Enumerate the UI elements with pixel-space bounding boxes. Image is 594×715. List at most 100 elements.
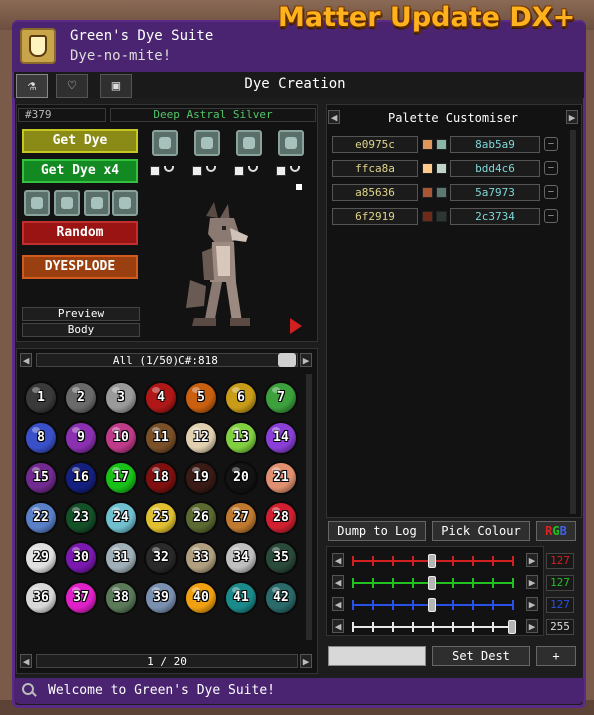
- pick-colour-button[interactable]: Pick Colour: [432, 521, 530, 541]
- slider-r-increase-icon[interactable]: ▶: [526, 553, 538, 567]
- dye-orb[interactable]: 26: [184, 501, 218, 535]
- dye-orb[interactable]: 30: [64, 541, 98, 575]
- equip-back-tile[interactable]: [278, 130, 304, 156]
- dye-orb[interactable]: 8: [24, 421, 58, 455]
- slider-b-decrease-icon[interactable]: ◀: [332, 597, 344, 611]
- palette-from-hex[interactable]: 6f2919: [332, 208, 418, 225]
- dye-orb[interactable]: 39: [144, 581, 178, 615]
- dye-orb[interactable]: 36: [24, 581, 58, 615]
- remove-row-button[interactable]: –: [544, 209, 558, 223]
- dye-orb[interactable]: 38: [104, 581, 138, 615]
- remove-row-button[interactable]: –: [544, 161, 558, 175]
- filter-dropdown-chevron-down-icon[interactable]: [278, 353, 296, 367]
- slider-g[interactable]: [352, 576, 514, 590]
- dye-orb[interactable]: 17: [104, 461, 138, 495]
- dye-orb[interactable]: 7: [264, 381, 298, 415]
- slider-a-increase-icon[interactable]: ▶: [526, 619, 538, 633]
- dye-orb[interactable]: 27: [224, 501, 258, 535]
- dye-orb[interactable]: 18: [144, 461, 178, 495]
- dye-orb[interactable]: 23: [64, 501, 98, 535]
- dyesplode-button[interactable]: DYESPLODE: [22, 255, 138, 279]
- slider-a-decrease-icon[interactable]: ◀: [332, 619, 344, 633]
- palette-from-hex[interactable]: e0975c: [332, 136, 418, 153]
- tab-flask-icon[interactable]: ⚗: [16, 74, 48, 98]
- page-next-arrow-icon[interactable]: ▶: [300, 654, 312, 668]
- palette-to-hex[interactable]: bdd4c6: [450, 160, 540, 177]
- slider-b-handle[interactable]: [428, 598, 436, 612]
- dye-orb[interactable]: 9: [64, 421, 98, 455]
- slider-g-decrease-icon[interactable]: ◀: [332, 575, 344, 589]
- rotate-arrow-icon[interactable]: [290, 318, 302, 334]
- slider-a-handle[interactable]: [508, 620, 516, 634]
- slot-back-tile[interactable]: [112, 190, 138, 216]
- checkbox-legs[interactable]: [234, 166, 244, 176]
- dye-orb[interactable]: 22: [24, 501, 58, 535]
- page-prev-arrow-icon[interactable]: ◀: [20, 654, 32, 668]
- palette-next-arrow-icon[interactable]: ▶: [566, 110, 578, 124]
- tab-heart-icon[interactable]: ♡: [56, 74, 88, 98]
- slider-g-value[interactable]: 127: [546, 575, 574, 591]
- dye-orb[interactable]: 40: [184, 581, 218, 615]
- dye-orb[interactable]: 5: [184, 381, 218, 415]
- palette-from-hex[interactable]: ffca8a: [332, 160, 418, 177]
- dye-orb[interactable]: 10: [104, 421, 138, 455]
- slider-b-increase-icon[interactable]: ▶: [526, 597, 538, 611]
- slider-r[interactable]: [352, 554, 514, 568]
- dye-orb[interactable]: 13: [224, 421, 258, 455]
- dye-orb[interactable]: 19: [184, 461, 218, 495]
- dye-orb[interactable]: 42: [264, 581, 298, 615]
- dye-orb[interactable]: 11: [144, 421, 178, 455]
- dye-orb[interactable]: 1: [24, 381, 58, 415]
- dye-orb[interactable]: 16: [64, 461, 98, 495]
- dye-orb[interactable]: 34: [224, 541, 258, 575]
- dye-orb[interactable]: 14: [264, 421, 298, 455]
- equip-chest-tile[interactable]: [194, 130, 220, 156]
- palette-from-hex[interactable]: a85636: [332, 184, 418, 201]
- slider-r-handle[interactable]: [428, 554, 436, 568]
- checkbox-back[interactable]: [276, 166, 286, 176]
- dye-orb[interactable]: 33: [184, 541, 218, 575]
- slider-g-increase-icon[interactable]: ▶: [526, 575, 538, 589]
- dye-orb[interactable]: 21: [264, 461, 298, 495]
- get-dye-x4-button[interactable]: Get Dye x4: [22, 159, 138, 183]
- slot-legs-tile[interactable]: [84, 190, 110, 216]
- dye-orb[interactable]: 24: [104, 501, 138, 535]
- checkbox-chest[interactable]: [192, 166, 202, 176]
- slider-a[interactable]: [352, 620, 516, 634]
- dye-orb[interactable]: 6: [224, 381, 258, 415]
- slider-b-value[interactable]: 127: [546, 597, 574, 613]
- slider-r-value[interactable]: 127: [546, 553, 574, 569]
- dye-orb[interactable]: 2: [64, 381, 98, 415]
- remove-row-button[interactable]: –: [544, 137, 558, 151]
- equip-legs-tile[interactable]: [236, 130, 262, 156]
- dye-orb[interactable]: 37: [64, 581, 98, 615]
- dump-to-log-button[interactable]: Dump to Log: [328, 521, 426, 541]
- checkbox-head[interactable]: [150, 166, 160, 176]
- rgb-mode-button[interactable]: RGB: [536, 521, 576, 541]
- palette-to-hex[interactable]: 2c3734: [450, 208, 540, 225]
- dye-orb[interactable]: 28: [264, 501, 298, 535]
- tab-pot-icon[interactable]: ▣: [100, 74, 132, 98]
- set-dest-button[interactable]: Set Dest: [432, 646, 530, 666]
- dye-orb[interactable]: 12: [184, 421, 218, 455]
- equip-head-tile[interactable]: [152, 130, 178, 156]
- preview-slot-label[interactable]: Body: [22, 323, 140, 336]
- dye-orb[interactable]: 20: [224, 461, 258, 495]
- remove-row-button[interactable]: –: [544, 185, 558, 199]
- dye-orb[interactable]: 15: [24, 461, 58, 495]
- palette-scrollbar[interactable]: [570, 130, 576, 514]
- list-prev-arrow-icon[interactable]: ◀: [20, 353, 32, 367]
- slot-chest-tile[interactable]: [54, 190, 80, 216]
- slider-a-value[interactable]: 255: [546, 619, 574, 635]
- dye-orb[interactable]: 4: [144, 381, 178, 415]
- add-button[interactable]: +: [536, 646, 576, 666]
- slider-g-handle[interactable]: [428, 576, 436, 590]
- dye-orb[interactable]: 32: [144, 541, 178, 575]
- list-next-arrow-icon[interactable]: ▶: [300, 353, 312, 367]
- dest-input[interactable]: [328, 646, 426, 666]
- dye-orb[interactable]: 29: [24, 541, 58, 575]
- palette-to-hex[interactable]: 8ab5a9: [450, 136, 540, 153]
- palette-to-hex[interactable]: 5a7973: [450, 184, 540, 201]
- slider-b[interactable]: [352, 598, 514, 612]
- dye-orb[interactable]: 35: [264, 541, 298, 575]
